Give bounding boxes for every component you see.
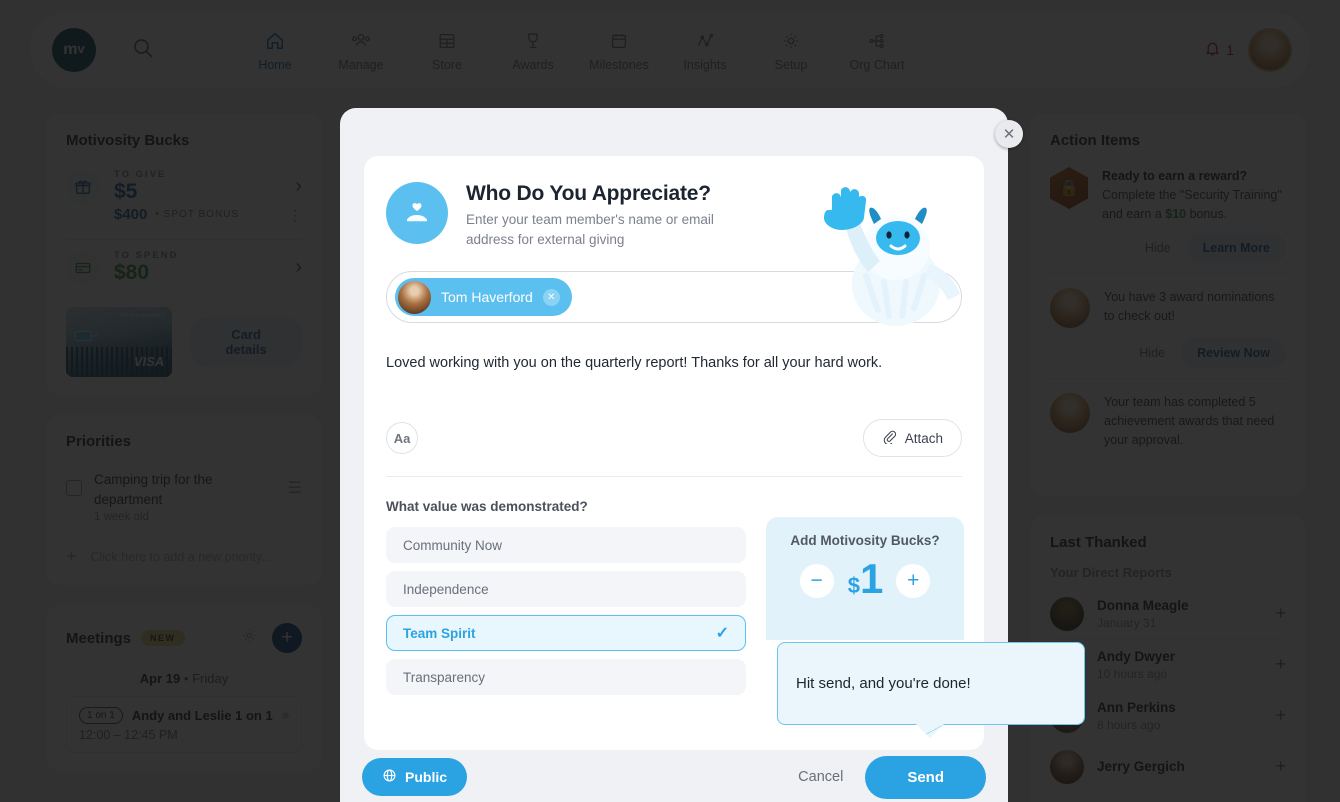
bucks-amount: $ 1 [847,555,884,602]
value-label: Transparency [403,669,486,685]
message-textarea[interactable]: Loved working with you on the quarterly … [386,355,962,371]
tooltip-text: Hit send, and you're done! [796,675,971,692]
hand-heart-icon [386,182,448,244]
composer-toolbar: Aa Attach [386,419,962,458]
recipient-name: Tom Haverford [441,289,533,306]
bucks-value: 1 [859,555,883,602]
value-label: Independence [403,581,489,597]
modal-title: Who Do You Appreciate? [466,182,711,205]
cancel-button[interactable]: Cancel [798,769,843,785]
check-icon: ✓ [715,625,729,643]
value-option-independence[interactable]: Independence [386,571,746,608]
value-label: Community Now [403,537,503,553]
values-question: What value was demonstrated? [386,499,588,515]
modal-header: Who Do You Appreciate? Enter your team m… [386,182,962,326]
globe-icon [382,768,397,786]
visibility-button[interactable]: Public [362,758,468,796]
modal-header-text: Who Do You Appreciate? Enter your team m… [466,182,716,249]
add-bucks-panel: Add Motivosity Bucks? − $ 1 + [766,517,964,640]
text-format-button[interactable]: Aa [386,422,418,455]
close-icon[interactable]: ✕ [995,120,1023,148]
decrement-bucks-button[interactable]: − [799,563,834,598]
values-column: What value was demonstrated? Community N… [386,499,746,703]
visibility-label: Public [405,769,448,785]
currency-symbol: $ [847,573,860,598]
remove-chip-icon[interactable]: ✕ [542,288,560,306]
add-bucks-question: Add Motivosity Bucks? [790,533,940,548]
recipient-chip[interactable]: Tom Haverford ✕ [395,278,572,317]
modal-subtitle: Enter your team member's name or email a… [466,212,714,247]
bucks-stepper: − $ 1 + [766,555,964,602]
recipient-input[interactable]: Tom Haverford ✕ [386,271,962,324]
value-option-transparency[interactable]: Transparency [386,659,746,696]
modal-action-bar: Public Cancel Send [340,752,1008,802]
send-button[interactable]: Send [865,755,986,799]
onboarding-tooltip: Hit send, and you're done! [777,642,1085,738]
avatar [398,280,431,314]
paperclip-icon [882,429,897,447]
attach-button[interactable]: Attach [862,419,962,458]
value-option-team-spirit[interactable]: Team Spirit ✓ [386,615,746,652]
attach-label: Attach [904,430,943,446]
value-option-community-now[interactable]: Community Now [386,527,746,564]
increment-bucks-button[interactable]: + [896,563,931,598]
divider [386,476,962,478]
value-label: Team Spirit [403,625,476,641]
